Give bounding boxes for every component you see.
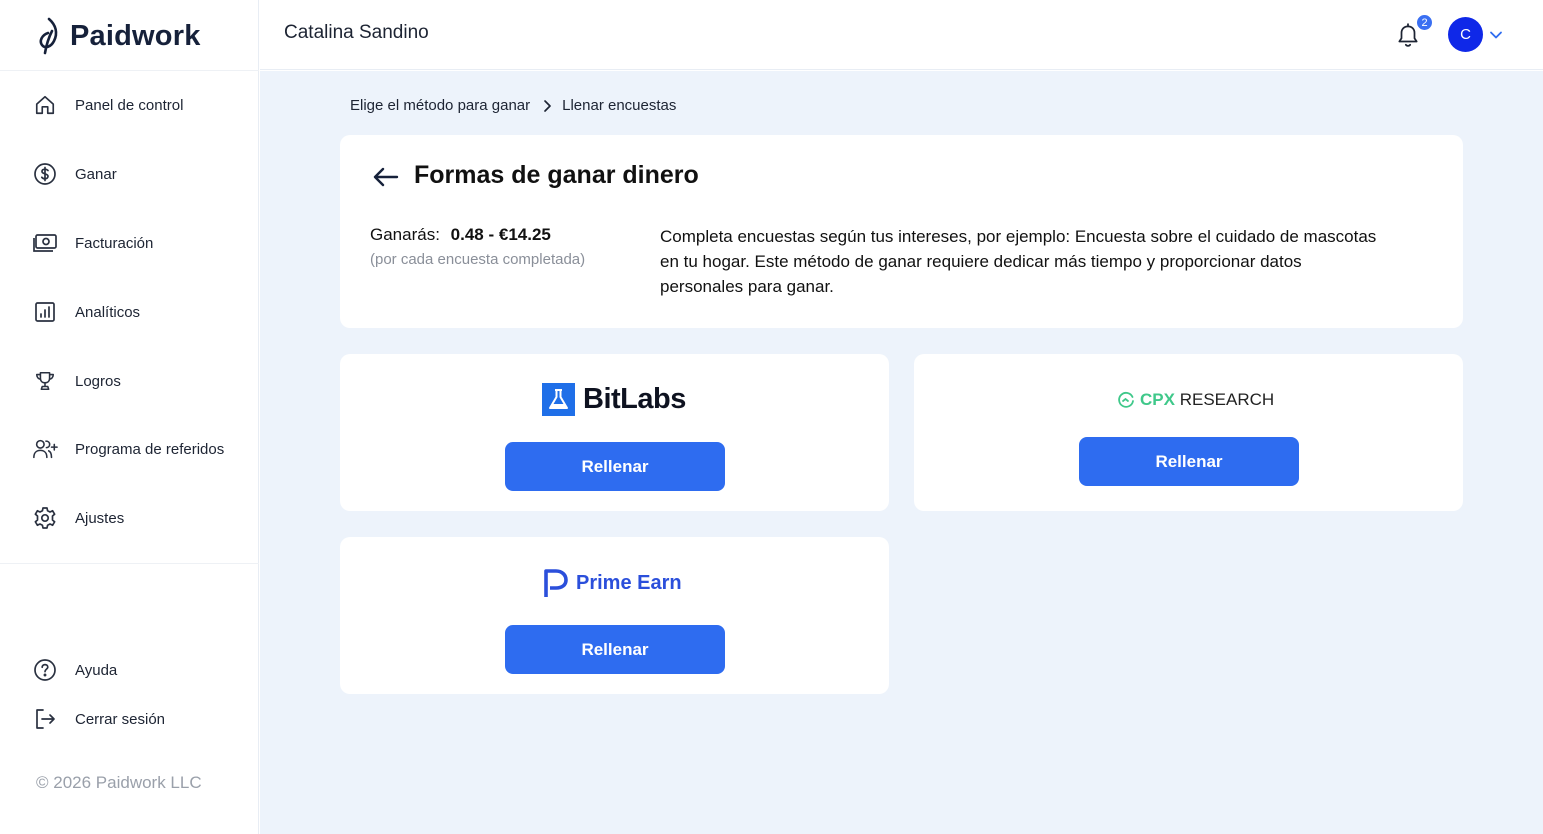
gear-icon [32,505,58,531]
cpx-circle-icon [1118,391,1134,408]
sidebar-item-label: Ayuda [75,661,118,679]
main-content: Elige el método para ganar Llenar encues… [260,71,1543,834]
sidebar-item-logros[interactable]: Logros [0,357,259,405]
paidwork-leaf-icon [39,17,58,55]
earn-amount: Ganarás: 0.48 - €14.25 [370,225,551,245]
sidebar: Paidwork Panel de control Ganar Facturac… [0,0,259,834]
chevron-down-icon[interactable] [1488,27,1504,43]
bitlabs-logo: BitLabs [542,383,686,416]
sidebar-item-label: Cerrar sesión [75,710,166,728]
sidebar-item-label: Ganar [75,165,117,183]
copyright: © 2026 Paidwork LLC [36,773,202,792]
back-arrow-icon[interactable] [372,165,400,189]
sidebar-item-label: Logros [75,372,121,390]
top-header: Catalina Sandino 2 C [260,0,1543,70]
sidebar-divider-bottom [0,563,259,564]
offer-card-cpx-research: CPX RESEARCH Rellenar [914,354,1463,511]
breadcrumb-current: Llenar encuestas [562,97,677,114]
paidwork-logo[interactable]: Paidwork [36,16,201,56]
bar-chart-icon [32,299,58,325]
cpx-logo-text: CPX RESEARCH [1140,390,1274,410]
chevron-right-icon [542,99,552,113]
logout-icon [32,706,58,732]
bitlabs-logo-text: BitLabs [583,383,686,415]
sidebar-item-analiticos[interactable]: Analíticos [0,288,259,336]
trophy-icon [32,368,58,394]
offer-card-prime-earn: Prime Earn Rellenar [340,537,889,694]
avatar[interactable]: C [1448,17,1483,52]
sidebar-item-cerrar-sesion[interactable]: Cerrar sesión [0,695,259,743]
earning-info-card: Formas de ganar dinero Ganarás: 0.48 - €… [340,135,1463,328]
home-icon [32,92,58,118]
prime-earn-logo-text: Prime Earn [576,571,682,594]
page-title: Formas de ganar dinero [414,161,699,189]
prime-earn-p-icon [544,569,568,597]
sidebar-item-ayuda[interactable]: Ayuda [0,646,259,694]
breadcrumb-parent-link[interactable]: Elige el método para ganar [350,97,530,114]
sidebar-item-label: Facturación [75,234,154,252]
sidebar-item-label: Programa de referidos [75,440,225,458]
sidebar-item-ajustes[interactable]: Ajustes [0,494,259,542]
rellenar-button-bitlabs[interactable]: Rellenar [505,442,725,491]
method-description: Completa encuestas según tus intereses, … [660,227,1377,296]
rellenar-button-cpx-research[interactable]: Rellenar [1079,437,1299,486]
user-name: Catalina Sandino [284,22,429,43]
help-circle-icon [32,657,58,683]
offer-card-bitlabs: BitLabs Rellenar [340,354,889,511]
cpx-logo-accent: CPX [1140,390,1175,409]
cpx-logo-word: RESEARCH [1179,390,1275,409]
notification-badge: 2 [1416,14,1433,31]
earn-label: Ganarás: [370,225,440,244]
earn-subtitle: (por cada encuesta completada) [370,251,586,268]
sidebar-item-facturacion[interactable]: Facturación [0,219,259,267]
logo-text: Paidwork [70,19,201,52]
sidebar-divider-top [0,70,259,71]
sidebar-item-label: Analíticos [75,303,141,321]
sidebar-item-panel-de-control[interactable]: Panel de control [0,81,259,129]
breadcrumb: Elige el método para ganar Llenar encues… [350,97,676,114]
dollar-circle-icon [32,161,58,187]
banknote-icon [32,230,58,256]
flask-icon [542,383,575,416]
earn-range: 0.48 - €14.25 [450,225,551,244]
sidebar-item-ganar[interactable]: Ganar [0,150,259,198]
sidebar-item-label: Panel de control [75,96,184,114]
sidebar-item-programa-de-referidos[interactable]: Programa de referidos [0,425,259,473]
prime-earn-logo: Prime Earn [542,567,682,599]
rellenar-button-prime-earn[interactable]: Rellenar [505,625,725,674]
cpx-research-logo: CPX RESEARCH [1117,390,1274,410]
users-plus-icon [32,436,58,462]
sidebar-item-label: Ajustes [75,509,125,527]
